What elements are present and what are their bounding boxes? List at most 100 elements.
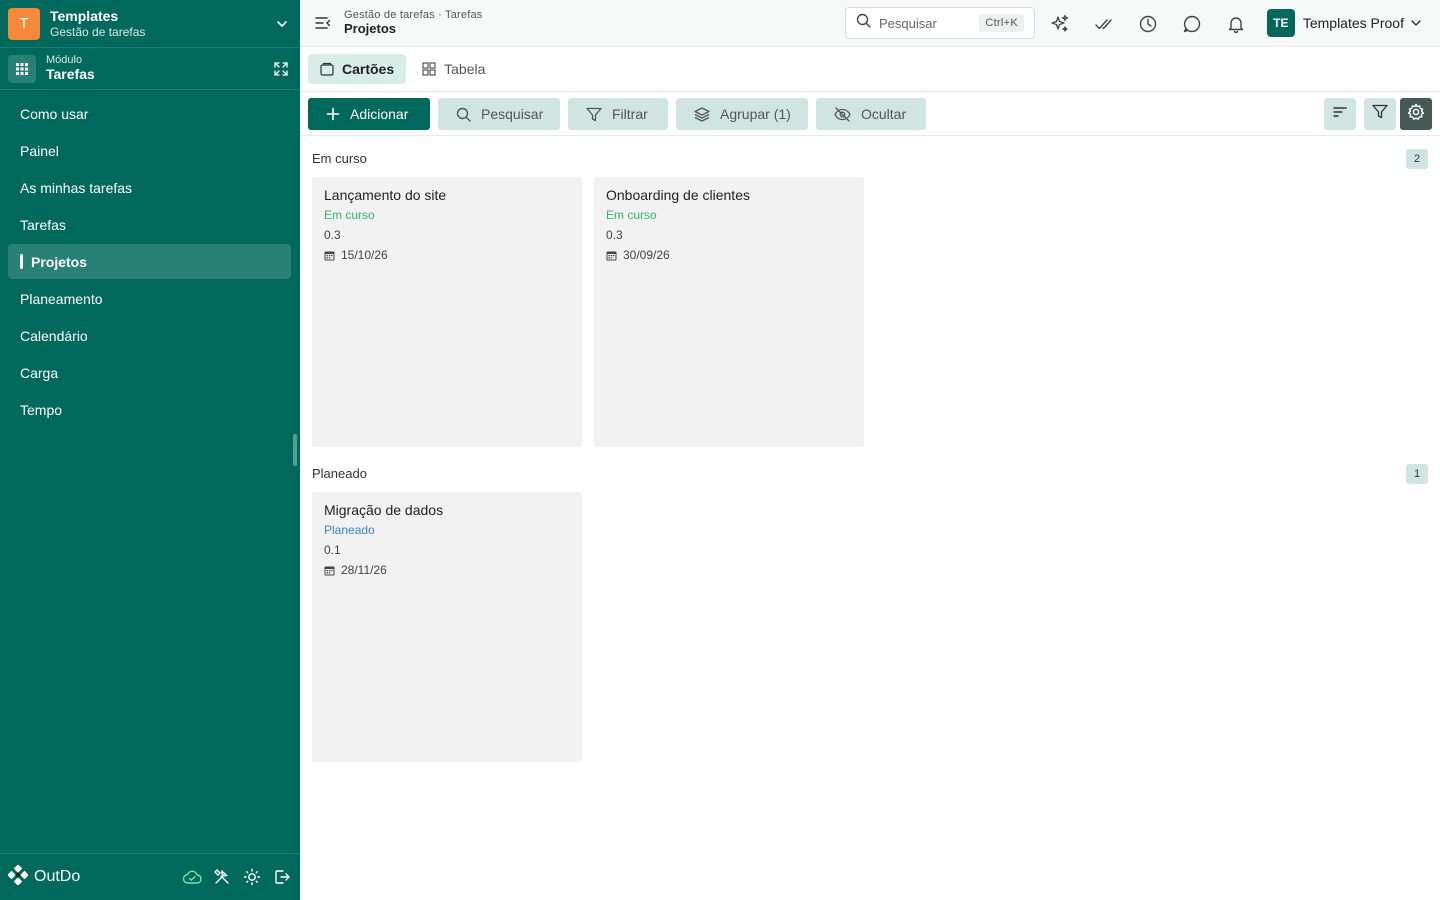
add-label: Adicionar — [350, 106, 409, 122]
shortcut-hint: Ctrl+K — [979, 14, 1024, 32]
sidebar-item-label: Como usar — [20, 105, 89, 122]
sidebar-item-label: Planeamento — [20, 290, 103, 307]
tab-cartoes[interactable]: Cartões — [308, 54, 407, 84]
breadcrumb: Gestão de tarefas · Tarefas Projetos — [344, 9, 483, 37]
sidebar-item-como-usar[interactable]: Como usar — [8, 96, 291, 131]
workspace-avatar: T — [8, 7, 40, 40]
group-header-em-curso[interactable]: Em curso — [312, 151, 367, 166]
workspace-info: Templates Gestão de tarefas — [50, 8, 272, 40]
add-button[interactable]: Adicionar — [308, 98, 431, 130]
breadcrumb-path[interactable]: Gestão de tarefas · Tarefas — [344, 9, 483, 22]
global-search[interactable]: Pesquisar Ctrl+K — [845, 7, 1035, 39]
card-progress: 0.3 — [324, 228, 341, 242]
brand: OutDo — [7, 863, 182, 890]
hide-button[interactable]: Ocultar — [816, 98, 926, 130]
collapse-sidebar-icon[interactable] — [312, 12, 334, 34]
sidebar-item-label: Painel — [20, 142, 59, 159]
card-date: 30/09/26 — [606, 248, 852, 262]
sidebar-item-label: Projetos — [31, 253, 88, 270]
group-header-planeado[interactable]: Planeado — [312, 466, 367, 481]
workspace-name: Templates — [50, 7, 119, 24]
card-icon — [320, 62, 334, 76]
chevron-down-icon — [1408, 15, 1424, 31]
apps-grid-icon[interactable] — [8, 54, 36, 83]
sidebar-item-as-minhas-tarefas[interactable]: As minhas tarefas — [8, 170, 291, 205]
workspace-switcher[interactable]: T Templates Gestão de tarefas — [0, 0, 300, 48]
check-double-icon[interactable] — [1092, 12, 1116, 36]
tab-label: Tabela — [444, 61, 486, 77]
chevron-down-icon[interactable] — [272, 14, 292, 34]
tab-tabela[interactable]: Tabela — [410, 54, 497, 84]
search-icon — [856, 13, 871, 33]
sidebar-item-label: Carga — [20, 364, 59, 381]
plus-icon — [326, 107, 340, 121]
card-date-value: 30/09/26 — [623, 248, 670, 262]
project-card[interactable]: Migração de dados Planeado 0.1 28/11/26 — [312, 492, 582, 762]
workspace-subtitle: Gestão de tarefas — [50, 24, 146, 39]
sun-icon[interactable] — [242, 867, 262, 887]
header-actions — [1048, 12, 1248, 36]
tools-icon[interactable] — [212, 867, 232, 887]
settings-icon — [1407, 103, 1425, 126]
sidebar-item-painel[interactable]: Painel — [8, 133, 291, 168]
card-date-value: 28/11/26 — [341, 563, 387, 577]
group-count-badge: 2 — [1406, 149, 1428, 169]
sidebar: T Templates Gestão de tarefas Módulo Tar… — [0, 0, 300, 900]
sidebar-item-label: As minhas tarefas — [20, 179, 133, 196]
card-title: Onboarding de clientes — [606, 187, 750, 203]
card-title: Lançamento do site — [324, 187, 447, 203]
filter-button[interactable]: Filtrar — [568, 98, 668, 130]
calendar-icon — [324, 565, 335, 576]
status-badge: Em curso — [606, 208, 657, 222]
sidebar-item-planeamento[interactable]: Planeamento — [8, 281, 291, 316]
advanced-filter-button[interactable] — [1364, 98, 1396, 130]
user-menu[interactable]: TE Templates Proof — [1266, 9, 1424, 37]
chat-icon[interactable] — [1180, 12, 1204, 36]
cloud-check-icon[interactable] — [182, 867, 202, 887]
sidebar-item-calendario[interactable]: Calendário — [8, 318, 291, 353]
search-button[interactable]: Pesquisar — [438, 98, 560, 130]
page-title: Projetos — [344, 20, 397, 36]
module-name: Tarefas — [46, 65, 95, 82]
calendar-icon — [606, 250, 617, 261]
sort-button[interactable] — [1324, 98, 1356, 130]
card-date: 15/10/26 — [324, 248, 570, 262]
project-card[interactable]: Lançamento do site Em curso 0.3 15/10/26 — [312, 177, 582, 447]
sidebar-item-tarefas[interactable]: Tarefas — [8, 207, 291, 242]
avatar: TE — [1266, 9, 1295, 37]
group-button[interactable]: Agrupar (1) — [676, 98, 808, 130]
topbar: Gestão de tarefas · Tarefas Projetos Pes… — [300, 0, 1440, 47]
search-input[interactable]: Pesquisar — [879, 16, 979, 31]
sort-icon — [1332, 105, 1348, 124]
logout-icon[interactable] — [272, 867, 292, 887]
tab-label: Cartões — [342, 61, 395, 77]
expand-icon[interactable] — [270, 58, 292, 80]
search-label: Pesquisar — [481, 106, 544, 122]
filter-icon — [586, 107, 602, 122]
bell-icon[interactable] — [1224, 12, 1248, 36]
board-toolbar: Adicionar Pesquisar Filtrar Agrupar (1) … — [300, 92, 1440, 136]
sparkles-icon[interactable] — [1048, 12, 1072, 36]
card-title: Migração de dados — [324, 502, 444, 518]
card-date: 28/11/26 — [324, 563, 570, 577]
view-tabs: Cartões Tabela — [300, 47, 1440, 92]
brand-name: OutDo — [34, 868, 81, 885]
filter-icon — [1372, 104, 1388, 124]
active-indicator — [20, 254, 23, 269]
group-count-badge: 1 — [1406, 464, 1428, 484]
sidebar-item-projetos[interactable]: Projetos — [8, 244, 291, 279]
grid-icon — [422, 62, 436, 76]
hide-label: Ocultar — [861, 106, 907, 122]
sidebar-item-label: Calendário — [20, 327, 88, 344]
sidebar-nav: Como usar Painel As minhas tarefas Taref… — [0, 90, 300, 427]
project-card[interactable]: Onboarding de clientes Em curso 0.3 30/0… — [594, 177, 864, 447]
sidebar-item-carga[interactable]: Carga — [8, 355, 291, 390]
status-badge: Em curso — [324, 208, 375, 222]
module-switcher[interactable]: Módulo Tarefas — [0, 48, 300, 90]
board-settings-button[interactable] — [1400, 98, 1432, 130]
layers-icon — [694, 106, 710, 122]
sidebar-item-tempo[interactable]: Tempo — [8, 392, 291, 427]
user-name: Templates Proof — [1302, 15, 1404, 31]
clock-icon[interactable] — [1136, 12, 1160, 36]
sidebar-resize-handle[interactable] — [293, 434, 297, 466]
